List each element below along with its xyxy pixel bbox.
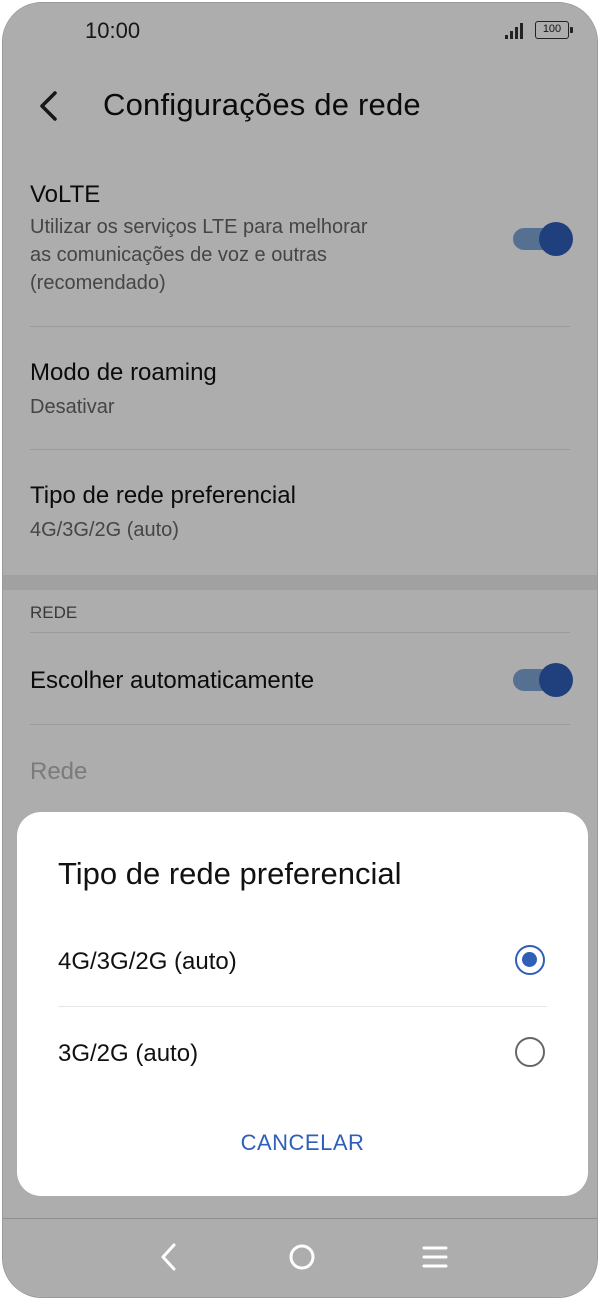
recents-icon: [422, 1246, 448, 1268]
dialog-divider: [58, 1006, 547, 1007]
radio-checked-icon[interactable]: [515, 945, 545, 975]
radio-unchecked-icon[interactable]: [515, 1037, 545, 1067]
option-3g-2g[interactable]: 3G/2G (auto): [58, 1018, 547, 1088]
option-label: 3G/2G (auto): [58, 1040, 199, 1067]
option-4g-3g-2g[interactable]: 4G/3G/2G (auto): [58, 926, 547, 996]
navigation-bar: [3, 1218, 597, 1297]
dialog-title: Tipo de rede preferencial: [58, 856, 402, 891]
network-type-dialog: Tipo de rede preferencial 4G/3G/2G (auto…: [17, 812, 588, 1196]
home-icon: [289, 1244, 315, 1270]
option-label: 4G/3G/2G (auto): [58, 948, 237, 975]
cancel-button[interactable]: CANCELAR: [17, 1130, 588, 1156]
nav-back-button[interactable]: [149, 1237, 189, 1277]
phone-screen: 10:00 100 Configurações de rede VoLTE Ut…: [2, 2, 598, 1298]
nav-recents-button[interactable]: [415, 1237, 455, 1277]
back-icon: [161, 1243, 176, 1271]
nav-home-button[interactable]: [282, 1237, 322, 1277]
